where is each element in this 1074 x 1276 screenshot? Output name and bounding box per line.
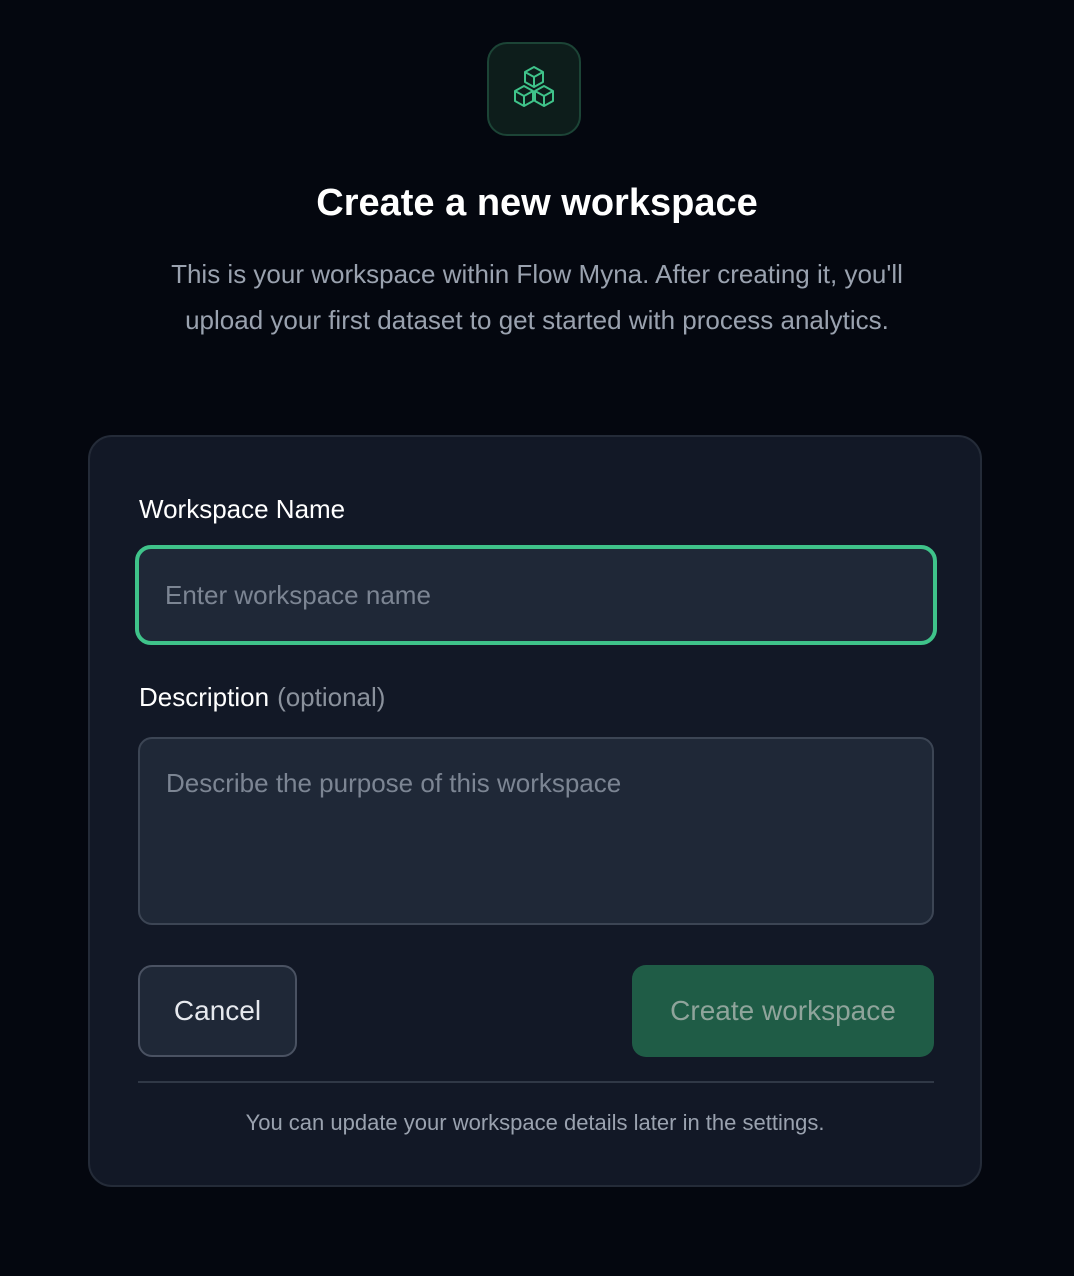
description-label: Description (optional)	[139, 681, 385, 713]
cancel-button[interactable]: Cancel	[138, 965, 297, 1057]
description-textarea[interactable]	[138, 737, 934, 925]
workspace-name-label-text: Workspace Name	[139, 494, 346, 524]
description-label-text: Description	[139, 682, 270, 712]
workspace-name-label: Workspace Name	[139, 493, 345, 525]
page-subtitle: This is your workspace within Flow Myna.…	[171, 259, 903, 335]
workspace-logo	[487, 42, 581, 136]
footer-note: You can update your workspace details la…	[245, 1110, 825, 1135]
divider	[138, 1081, 934, 1083]
page-title: Create a new workspace	[316, 182, 758, 224]
optional-hint: (optional)	[277, 682, 386, 712]
create-workspace-button[interactable]: Create workspace	[632, 965, 934, 1057]
create-workspace-form: Workspace Name Description(optional) Can…	[88, 435, 982, 1187]
workspace-name-input[interactable]	[135, 545, 937, 645]
cubes-icon	[514, 66, 554, 107]
